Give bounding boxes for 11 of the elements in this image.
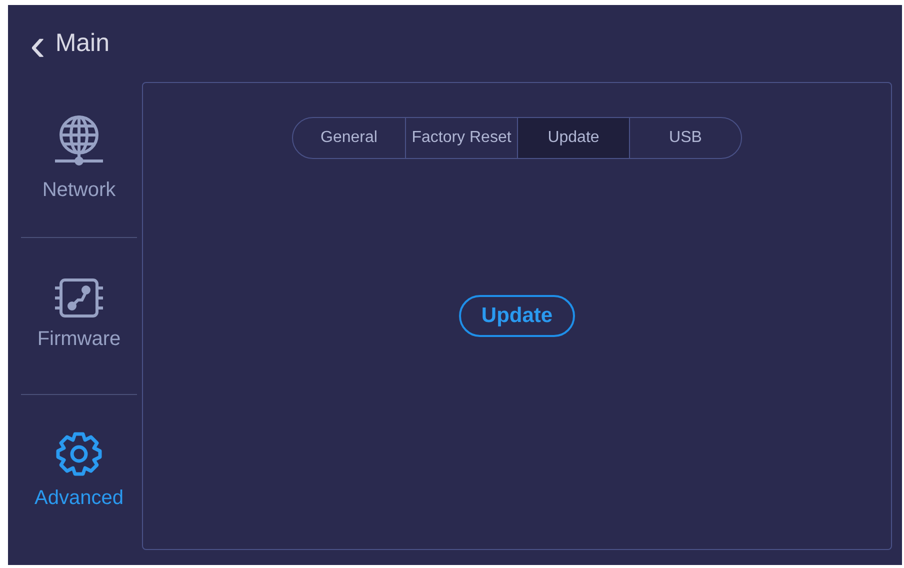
tab[interactable]: Update	[517, 118, 629, 158]
back-icon[interactable]: ‹	[30, 20, 46, 66]
tab[interactable]: USB	[629, 118, 741, 158]
update-button[interactable]: Update	[459, 295, 575, 337]
gear-icon	[55, 431, 103, 478]
sidebar-item[interactable]: Advanced	[34, 431, 124, 514]
sidebar-item[interactable]: Network	[42, 114, 116, 205]
chip-icon	[54, 278, 104, 318]
sidebar-item[interactable]: Firmware	[37, 278, 121, 354]
tab[interactable]: General	[293, 118, 405, 158]
page-title: Main	[55, 28, 110, 59]
